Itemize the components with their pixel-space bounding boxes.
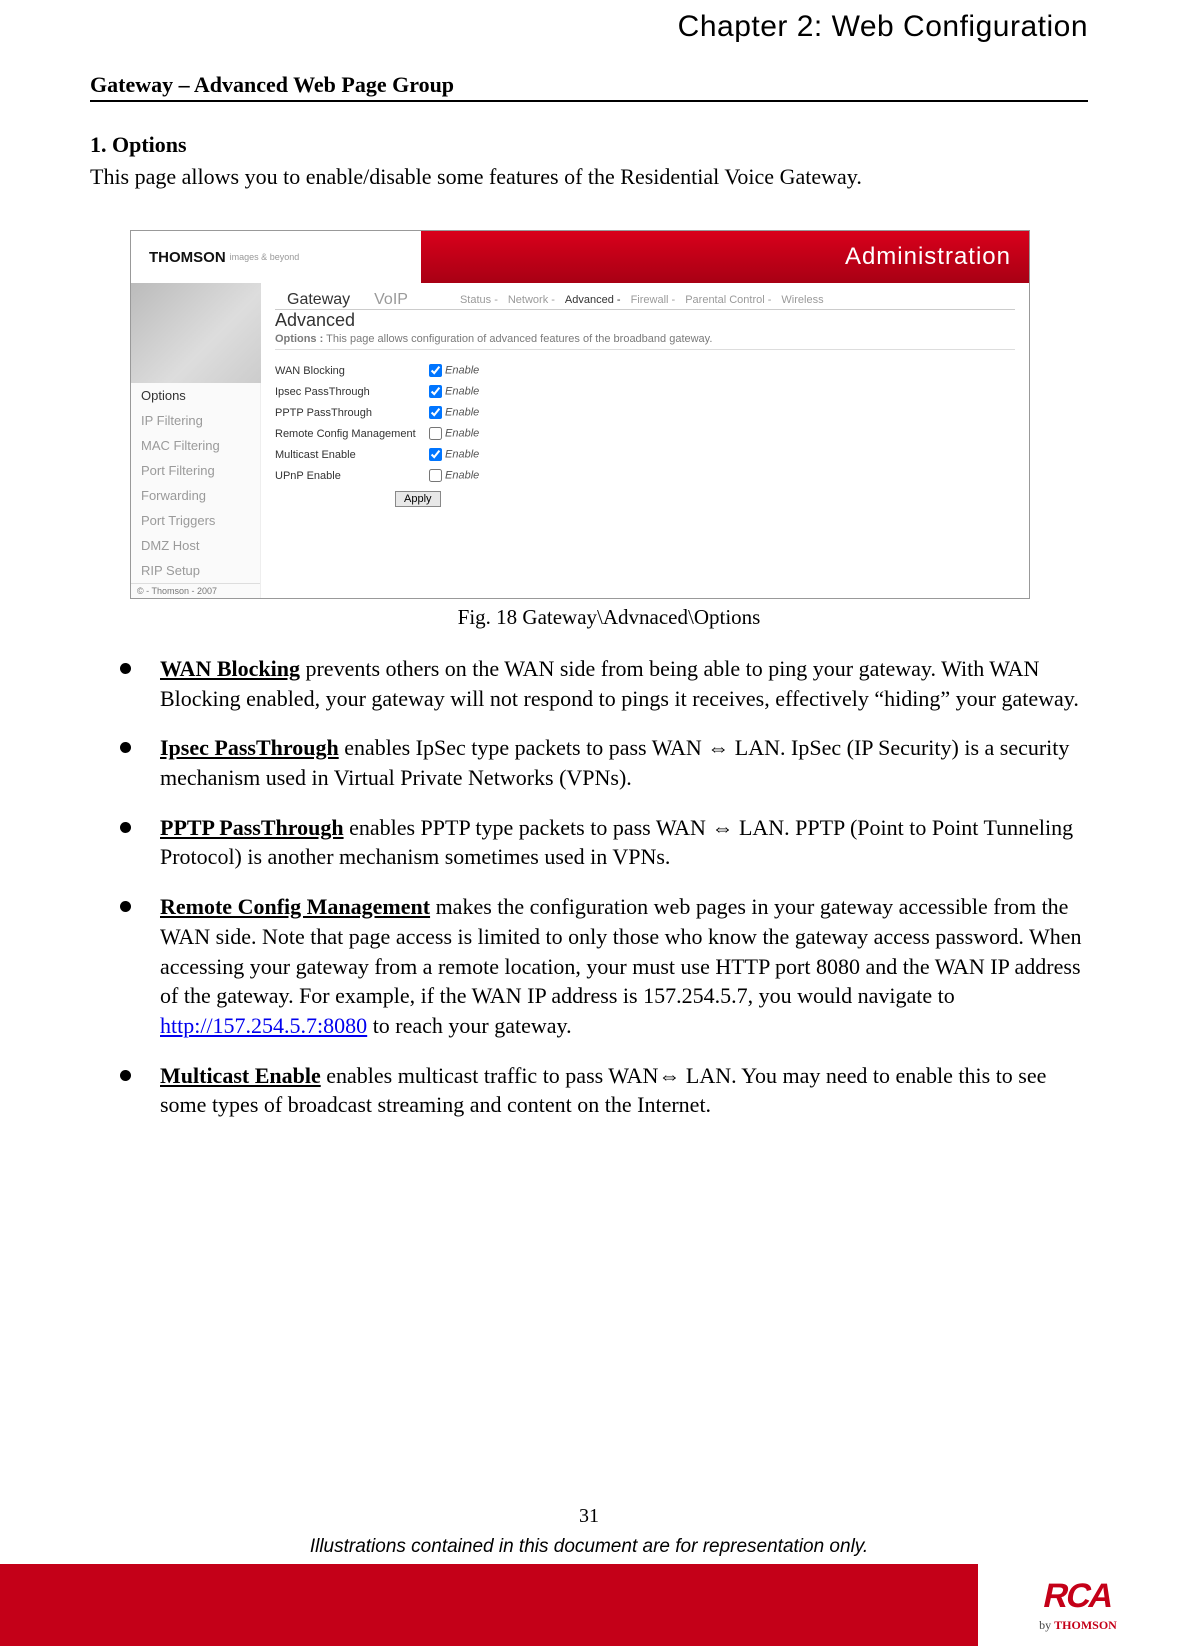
feature-term: Ipsec PassThrough xyxy=(160,735,339,760)
panel-description: Options : This page allows configuration… xyxy=(275,333,1015,350)
feature-item: WAN Blocking prevents others on the WAN … xyxy=(120,654,1088,713)
footer-brand: THOMSON xyxy=(1054,1618,1117,1632)
options-table: WAN Blocking Enable Ipsec PassThrough Enabl… xyxy=(275,360,485,508)
feature-term: Remote Config Management xyxy=(160,894,430,919)
option-checkbox[interactable] xyxy=(429,448,442,461)
option-row: PPTP PassThrough Enable xyxy=(275,402,485,423)
enable-label: Enable xyxy=(445,448,479,460)
feature-item: Multicast Enable enables multicast traff… xyxy=(120,1061,1088,1120)
sidebar-item[interactable]: Port Triggers xyxy=(131,508,260,533)
feature-term: PPTP PassThrough xyxy=(160,815,344,840)
rca-logo: RCA xyxy=(1040,1577,1116,1616)
enable-label: Enable xyxy=(445,406,479,418)
apply-button[interactable]: Apply xyxy=(395,491,441,507)
sidebar-items: OptionsIP FilteringMAC FilteringPort Fil… xyxy=(131,383,260,583)
option-label: UPnP Enable xyxy=(275,465,425,486)
subnav-item[interactable]: Parental Control - xyxy=(685,294,771,306)
section-title: Gateway – Advanced Web Page Group xyxy=(90,72,1088,98)
sidebar-item[interactable]: Options xyxy=(131,383,260,408)
admin-banner: Administration xyxy=(421,231,1029,283)
subnav-item[interactable]: Advanced - xyxy=(565,294,621,306)
sub-nav: Status - Network - Advanced - Firewall - Par… xyxy=(420,294,824,306)
feature-item: Remote Config Management makes the confi… xyxy=(120,892,1088,1040)
copyright-text: © - Thomson - 2007 xyxy=(131,583,260,598)
chapter-title: Chapter 2: Web Configuration xyxy=(90,10,1088,44)
example-url-link[interactable]: http://157.254.5.7:8080 xyxy=(160,1013,367,1038)
option-checkbox[interactable] xyxy=(429,427,442,440)
feature-list: WAN Blocking prevents others on the WAN … xyxy=(120,654,1088,1120)
enable-label: Enable xyxy=(445,364,479,376)
brand-logo: THOMSON images & beyond xyxy=(131,231,421,283)
feature-item: PPTP PassThrough enables PPTP type packe… xyxy=(120,813,1088,872)
screenshot-figure: THOMSON images & beyond Administration O… xyxy=(130,230,1030,599)
footer-logo-block: RCA by THOMSON xyxy=(978,1564,1178,1646)
option-row: Ipsec PassThrough Enable xyxy=(275,381,485,402)
feature-term: WAN Blocking xyxy=(160,656,300,681)
sidebar-item[interactable]: RIP Setup xyxy=(131,558,260,583)
subnav-item[interactable]: Network - xyxy=(508,294,555,306)
sidebar-item[interactable]: DMZ Host xyxy=(131,533,260,558)
enable-label: Enable xyxy=(445,469,479,481)
tab-voip[interactable]: VoIP xyxy=(362,285,420,314)
brand-tagline: images & beyond xyxy=(230,252,300,262)
option-checkbox[interactable] xyxy=(429,406,442,419)
subnav-item[interactable]: Status - xyxy=(460,294,498,306)
subnav-item[interactable]: Firewall - xyxy=(631,294,676,306)
panel-desc-text: This page allows configuration of advanc… xyxy=(326,333,712,345)
subsection-title: 1. Options xyxy=(90,132,1088,158)
feature-term: Multicast Enable xyxy=(160,1063,321,1088)
option-label: Remote Config Management xyxy=(275,423,425,444)
option-label: PPTP PassThrough xyxy=(275,402,425,423)
option-row: Remote Config Management Enable xyxy=(275,423,485,444)
disclaimer-text: Illustrations contained in this document… xyxy=(0,1536,1178,1558)
page-number: 31 xyxy=(0,1505,1178,1528)
option-row: WAN Blocking Enable xyxy=(275,360,485,381)
panel-desc-label: Options : xyxy=(275,333,323,345)
sidebar-item[interactable]: MAC Filtering xyxy=(131,433,260,458)
option-label: Ipsec PassThrough xyxy=(275,381,425,402)
option-label: WAN Blocking xyxy=(275,360,425,381)
sidebar-item[interactable]: Forwarding xyxy=(131,483,260,508)
feature-item: Ipsec PassThrough enables IpSec type pac… xyxy=(120,733,1088,792)
brand-name: THOMSON xyxy=(149,249,226,266)
enable-label: Enable xyxy=(445,385,479,397)
subnav-item[interactable]: Wireless xyxy=(781,294,823,306)
option-row: Multicast Enable Enable xyxy=(275,444,485,465)
footer-bar: RCA by THOMSON xyxy=(0,1564,1178,1646)
footer-red-stripe xyxy=(0,1564,978,1646)
figure-caption: Fig. 18 Gateway\Advnaced\Options xyxy=(130,605,1088,630)
option-label: Multicast Enable xyxy=(275,444,425,465)
sidebar-item[interactable]: Port Filtering xyxy=(131,458,260,483)
intro-text: This page allows you to enable/disable s… xyxy=(90,164,1088,190)
section-rule xyxy=(90,100,1088,102)
footer-by: by xyxy=(1039,1618,1051,1632)
enable-label: Enable xyxy=(445,427,479,439)
footer-byline: by THOMSON xyxy=(1039,1618,1117,1633)
sidebar-item[interactable]: IP Filtering xyxy=(131,408,260,433)
option-checkbox[interactable] xyxy=(429,385,442,398)
option-checkbox[interactable] xyxy=(429,469,442,482)
sidebar-photo xyxy=(131,283,261,383)
option-checkbox[interactable] xyxy=(429,364,442,377)
option-row: UPnP Enable Enable xyxy=(275,465,485,486)
